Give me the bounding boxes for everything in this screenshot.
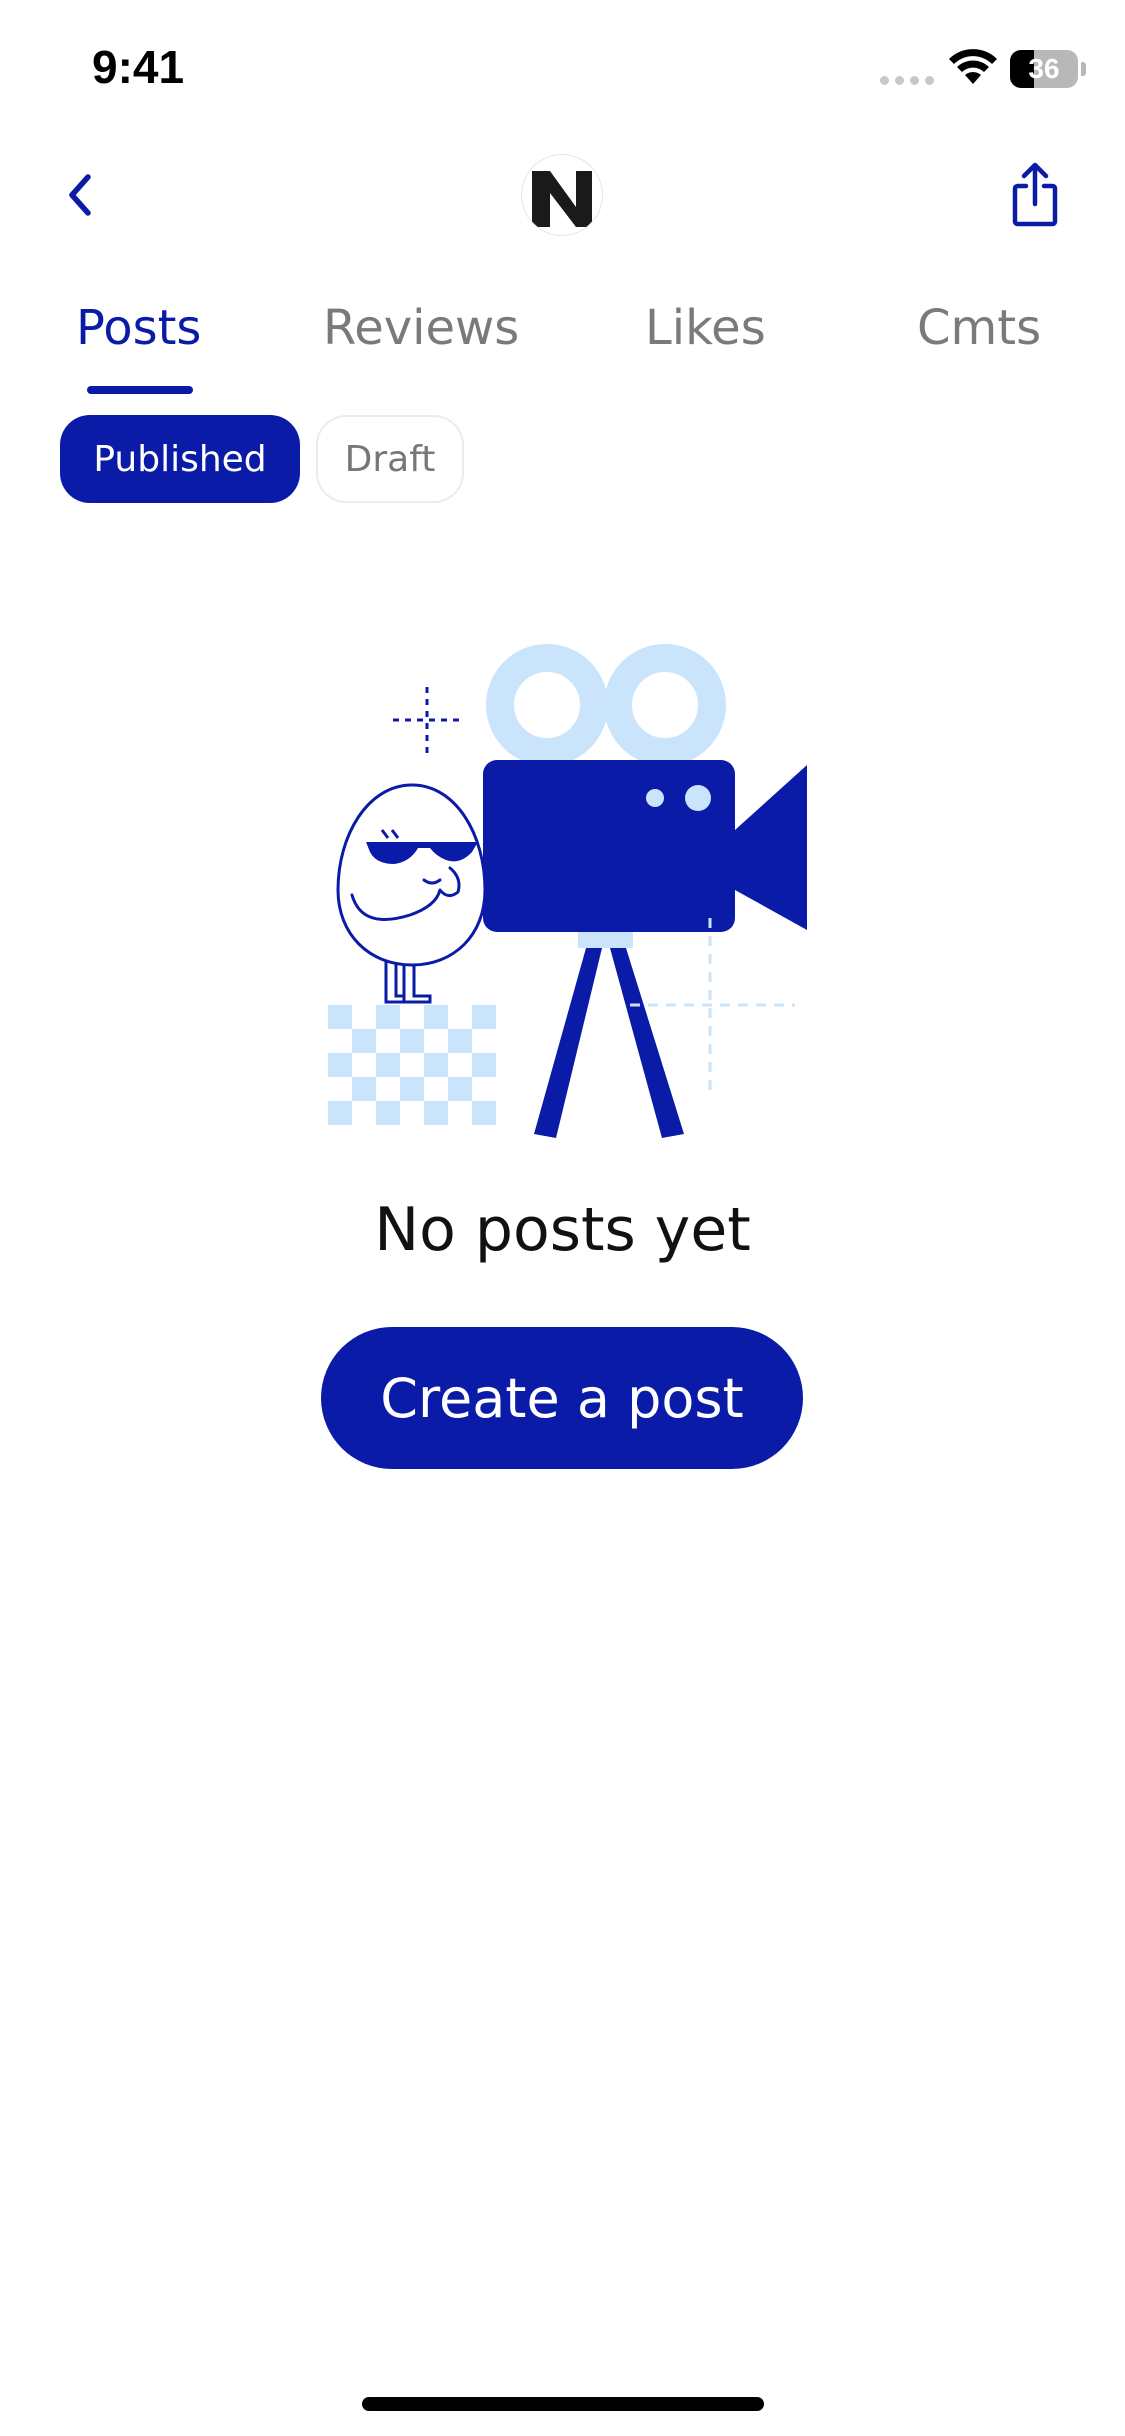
share-icon bbox=[1012, 162, 1058, 227]
empty-state-title: No posts yet bbox=[374, 1195, 751, 1265]
home-indicator[interactable] bbox=[362, 2397, 764, 2411]
back-button[interactable] bbox=[50, 165, 110, 225]
tab-bar: Posts Reviews Likes Cmts bbox=[0, 290, 1125, 400]
tab-cmts[interactable]: Cmts bbox=[917, 300, 1041, 356]
battery-cap bbox=[1081, 62, 1086, 76]
share-button[interactable] bbox=[1005, 160, 1065, 230]
egg-with-video-camera-illustration bbox=[328, 644, 807, 1138]
tab-reviews[interactable]: Reviews bbox=[323, 300, 519, 356]
chevron-left-icon bbox=[69, 174, 91, 216]
status-bar: 9:41 36 bbox=[0, 0, 1125, 140]
create-post-button[interactable]: Create a post bbox=[321, 1327, 803, 1469]
active-tab-indicator bbox=[87, 386, 193, 394]
profile-logo bbox=[522, 155, 602, 235]
battery-icon: 36 bbox=[1010, 50, 1078, 88]
filter-draft-chip[interactable]: Draft bbox=[316, 415, 464, 503]
filter-published-chip[interactable]: Published bbox=[60, 415, 300, 503]
cellular-signal-icon bbox=[880, 76, 934, 85]
tab-likes[interactable]: Likes bbox=[645, 300, 766, 356]
battery-level: 36 bbox=[1028, 53, 1060, 84]
n-logo-icon bbox=[532, 171, 592, 227]
wifi-icon bbox=[949, 49, 997, 84]
tab-posts[interactable]: Posts bbox=[76, 300, 201, 356]
status-time: 9:41 bbox=[92, 41, 185, 93]
